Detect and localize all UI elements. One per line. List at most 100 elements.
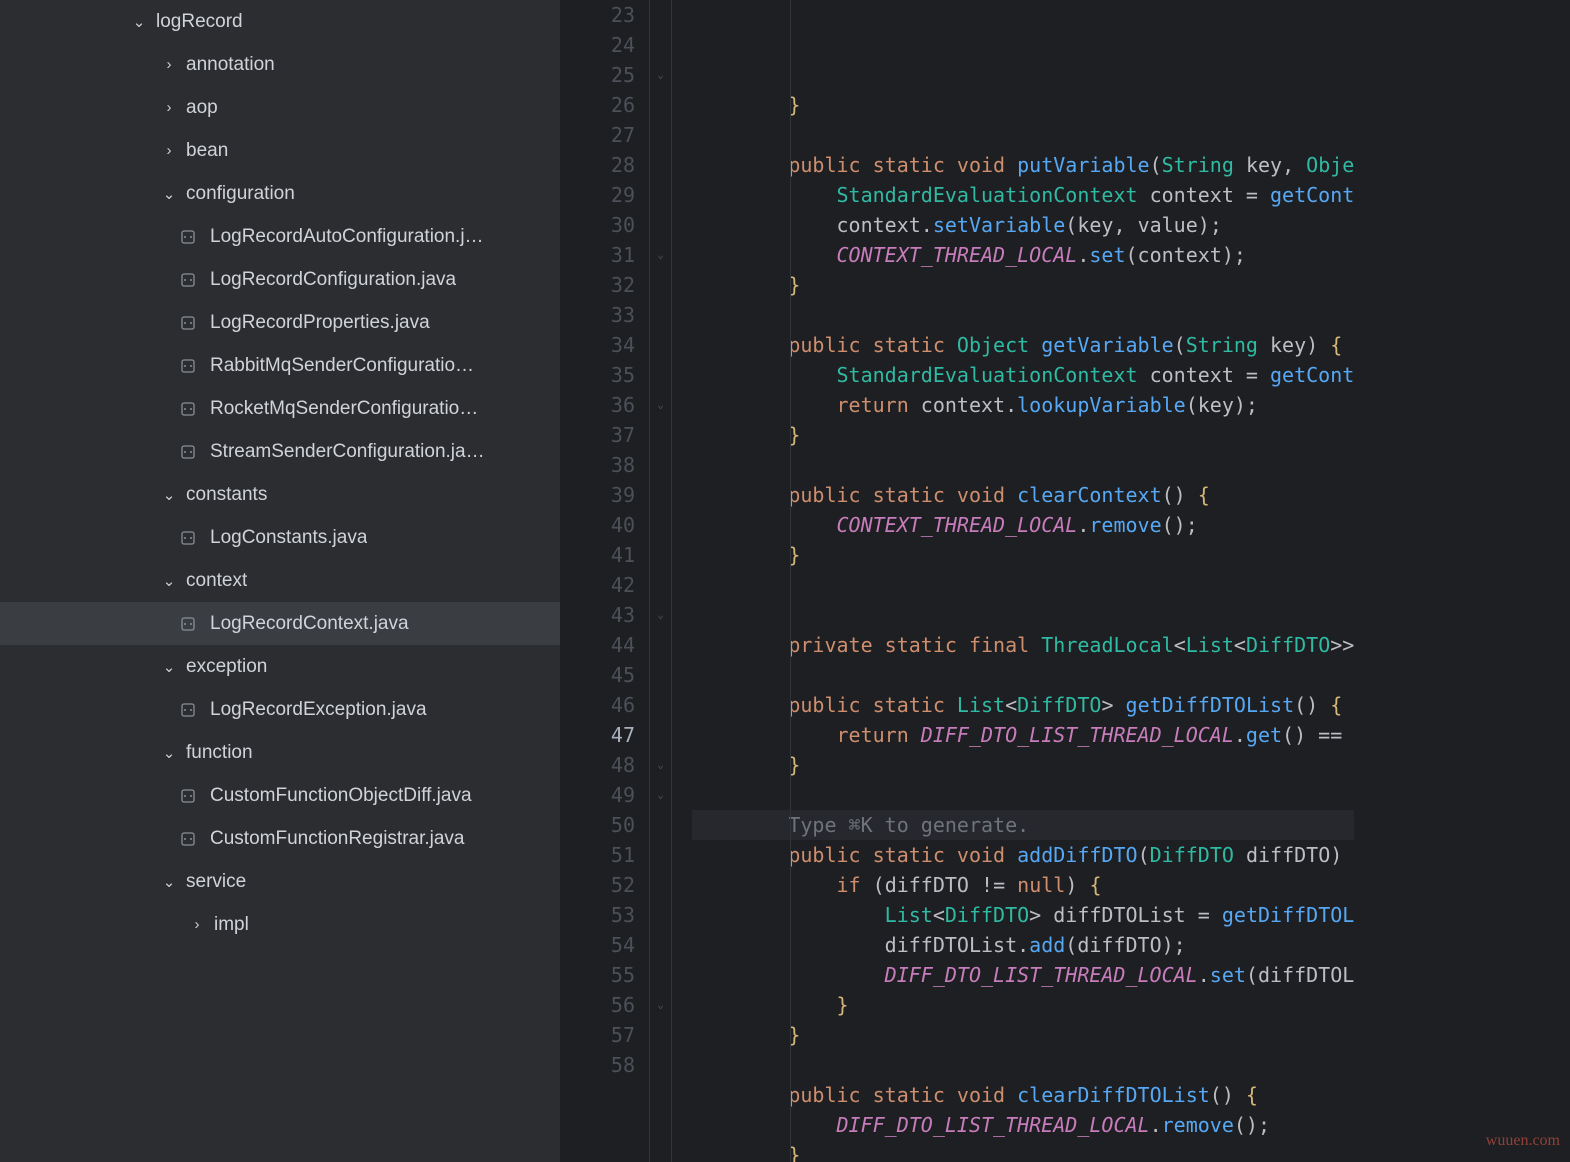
code-line[interactable]: List<DiffDTO> diffDTOList = getDiffDTOL (692, 900, 1354, 930)
line-number[interactable]: 28 (590, 150, 635, 180)
line-number[interactable]: 27 (590, 120, 635, 150)
code-line[interactable] (692, 300, 1354, 330)
line-number[interactable]: 31 (590, 240, 635, 270)
code-line[interactable]: return context.lookupVariable(key); (692, 390, 1354, 420)
code-area[interactable]: } public static void putVariable(String … (672, 0, 1354, 1162)
line-number[interactable]: 30 (590, 210, 635, 240)
folder-bean[interactable]: › bean (0, 129, 560, 172)
file-CustomFunctionObjectDiff[interactable]: CustomFunctionObjectDiff.java (0, 774, 560, 817)
code-line[interactable]: if (diffDTO != null) { (692, 870, 1354, 900)
folder-service[interactable]: ⌄ service (0, 860, 560, 903)
line-number[interactable]: 48 (590, 750, 635, 780)
line-number-gutter[interactable]: 2324252627282930313233343536373839404142… (560, 0, 650, 1162)
code-line[interactable] (692, 450, 1354, 480)
line-number[interactable]: 52 (590, 870, 635, 900)
line-number[interactable]: 33 (590, 300, 635, 330)
line-number[interactable]: 56 (590, 990, 635, 1020)
file-LogConstants[interactable]: LogConstants.java (0, 516, 560, 559)
folder-constants[interactable]: ⌄ constants (0, 473, 560, 516)
folder-logRecord[interactable]: ⌄ logRecord (0, 0, 560, 43)
fold-marker[interactable]: ⌄ (650, 750, 671, 780)
file-LogRecordContext[interactable]: LogRecordContext.java (0, 602, 560, 645)
code-line[interactable]: StandardEvaluationContext context = getC… (692, 180, 1354, 210)
line-number[interactable]: 51 (590, 840, 635, 870)
file-CustomFunctionRegistrar[interactable]: CustomFunctionRegistrar.java (0, 817, 560, 860)
code-line[interactable]: } (692, 270, 1354, 300)
line-number[interactable]: 24 (590, 30, 635, 60)
line-number[interactable]: 35 (590, 360, 635, 390)
line-number[interactable]: 44 (590, 630, 635, 660)
code-line[interactable]: } (692, 750, 1354, 780)
file-LogRecordException[interactable]: LogRecordException.java (0, 688, 560, 731)
code-line[interactable]: } (692, 420, 1354, 450)
code-line[interactable]: public static void addDiffDTO(DiffDTO di… (692, 840, 1354, 870)
code-line[interactable]: public static void putVariable(String ke… (692, 150, 1354, 180)
line-number[interactable]: 37 (590, 420, 635, 450)
code-line[interactable]: public static void clearContext() { (692, 480, 1354, 510)
folder-annotation[interactable]: › annotation (0, 43, 560, 86)
project-tree[interactable]: ⌄ logRecord › annotation › aop › bean ⌄ … (0, 0, 560, 1162)
folder-aop[interactable]: › aop (0, 86, 560, 129)
code-line[interactable]: diffDTOList.add(diffDTO); (692, 930, 1354, 960)
code-line[interactable]: } (692, 1140, 1354, 1162)
line-number[interactable]: 39 (590, 480, 635, 510)
code-line[interactable]: CONTEXT_THREAD_LOCAL.remove(); (692, 510, 1354, 540)
line-number[interactable]: 32 (590, 270, 635, 300)
line-number[interactable]: 29 (590, 180, 635, 210)
line-number[interactable]: 54 (590, 930, 635, 960)
line-number[interactable]: 26 (590, 90, 635, 120)
file-RabbitMqSenderConfiguration[interactable]: RabbitMqSenderConfiguratio… (0, 344, 560, 387)
code-line[interactable]: public static void clearDiffDTOList() { (692, 1080, 1354, 1110)
line-number[interactable]: 34 (590, 330, 635, 360)
file-LogRecordAutoConfiguration[interactable]: LogRecordAutoConfiguration.j… (0, 215, 560, 258)
code-line[interactable] (692, 660, 1354, 690)
fold-marker[interactable]: ⌄ (650, 390, 671, 420)
file-RocketMqSenderConfiguration[interactable]: RocketMqSenderConfiguratio… (0, 387, 560, 430)
folder-context[interactable]: ⌄ context (0, 559, 560, 602)
code-line[interactable]: } (692, 540, 1354, 570)
line-number[interactable]: 50 (590, 810, 635, 840)
code-line[interactable]: public static List<DiffDTO> getDiffDTOLi… (692, 690, 1354, 720)
folder-impl[interactable]: › impl (0, 903, 560, 946)
code-line[interactable]: DIFF_DTO_LIST_THREAD_LOCAL.set(diffDTOL (692, 960, 1354, 990)
fold-marker[interactable]: ⌄ (650, 780, 671, 810)
code-line[interactable] (692, 600, 1354, 630)
line-number[interactable]: 42 (590, 570, 635, 600)
line-number[interactable]: 49 (590, 780, 635, 810)
fold-marker[interactable]: ⌄ (650, 240, 671, 270)
line-number[interactable]: 36 (590, 390, 635, 420)
line-number[interactable]: 41 (590, 540, 635, 570)
code-line[interactable]: } (692, 90, 1354, 120)
line-number[interactable]: 45 (590, 660, 635, 690)
code-line[interactable]: public static Object getVariable(String … (692, 330, 1354, 360)
fold-marker[interactable]: ⌄ (650, 990, 671, 1020)
code-line[interactable]: return DIFF_DTO_LIST_THREAD_LOCAL.get() … (692, 720, 1354, 750)
code-line[interactable]: } (692, 1020, 1354, 1050)
code-line[interactable] (692, 780, 1354, 810)
line-number[interactable]: 53 (590, 900, 635, 930)
line-number[interactable]: 47 (590, 720, 635, 750)
code-line[interactable]: context.setVariable(key, value); (692, 210, 1354, 240)
line-number[interactable]: 58 (590, 1050, 635, 1080)
code-line[interactable]: Type ⌘K to generate. (692, 810, 1354, 840)
code-line[interactable]: DIFF_DTO_LIST_THREAD_LOCAL.remove(); (692, 1110, 1354, 1140)
code-line[interactable] (692, 1050, 1354, 1080)
line-number[interactable]: 25 (590, 60, 635, 90)
line-number[interactable]: 57 (590, 1020, 635, 1050)
file-StreamSenderConfiguration[interactable]: StreamSenderConfiguration.ja… (0, 430, 560, 473)
fold-column[interactable]: ⌄⌄⌄⌄⌄⌄⌄ (650, 0, 672, 1162)
file-LogRecordProperties[interactable]: LogRecordProperties.java (0, 301, 560, 344)
line-number[interactable]: 43 (590, 600, 635, 630)
code-line[interactable]: } (692, 990, 1354, 1020)
code-editor[interactable]: 2324252627282930313233343536373839404142… (560, 0, 1570, 1162)
folder-function[interactable]: ⌄ function (0, 731, 560, 774)
fold-marker[interactable]: ⌄ (650, 60, 671, 90)
code-line[interactable]: StandardEvaluationContext context = getC… (692, 360, 1354, 390)
code-line[interactable] (692, 120, 1354, 150)
line-number[interactable]: 55 (590, 960, 635, 990)
line-number[interactable]: 40 (590, 510, 635, 540)
folder-exception[interactable]: ⌄ exception (0, 645, 560, 688)
folder-configuration[interactable]: ⌄ configuration (0, 172, 560, 215)
fold-marker[interactable]: ⌄ (650, 600, 671, 630)
line-number[interactable]: 23 (590, 0, 635, 30)
